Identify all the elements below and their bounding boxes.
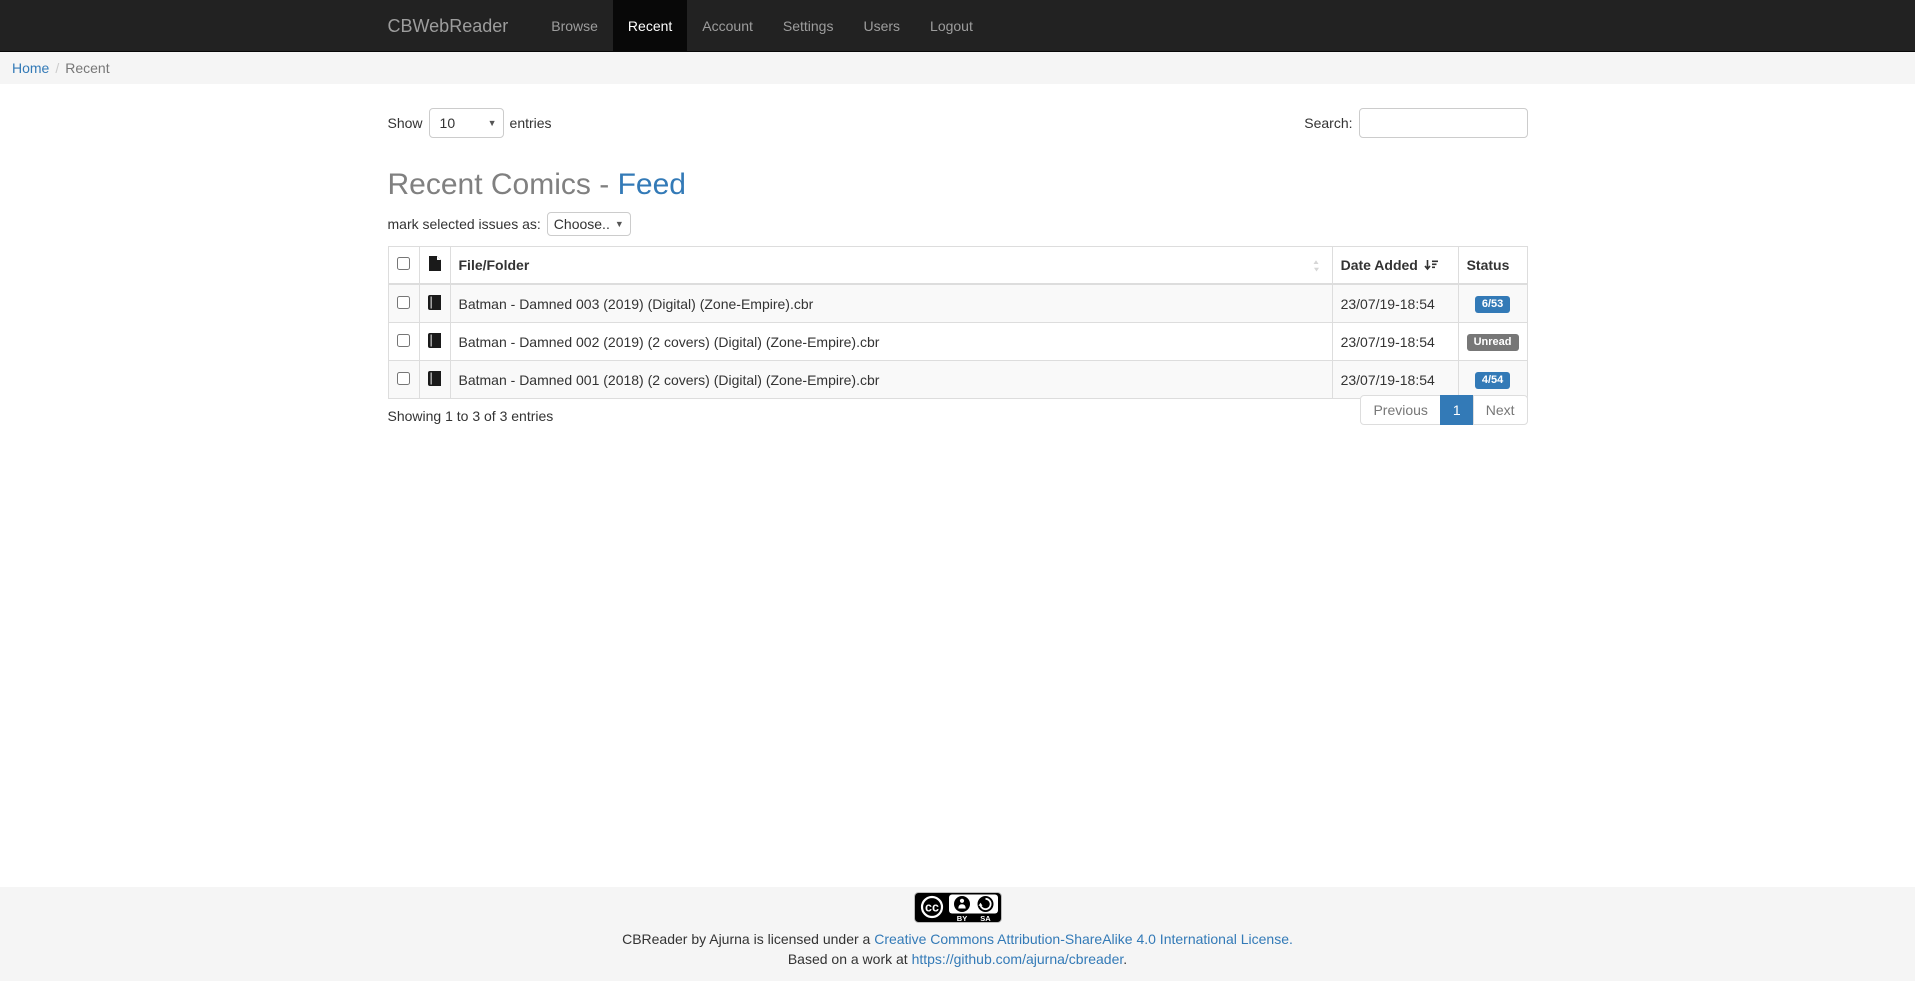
entries-label: entries (510, 115, 552, 131)
row-checkbox[interactable] (397, 372, 410, 385)
page-title-text: Recent Comics - (388, 168, 618, 201)
source-line: Based on a work at https://github.com/aj… (0, 949, 1915, 969)
search-control: Search: (1304, 108, 1527, 138)
nav-item-recent[interactable]: Recent (613, 0, 687, 51)
pagination: Previous 1 Next (1360, 401, 1527, 421)
nav-item-logout[interactable]: Logout (915, 0, 988, 51)
file-icon (429, 256, 441, 271)
mark-as-select[interactable]: Choose... (547, 212, 631, 236)
mark-selected-control: mark selected issues as: Choose... ▼ (388, 212, 1528, 236)
status-badge: 6/53 (1475, 296, 1510, 313)
license-link[interactable]: Creative Commons Attribution-ShareAlike … (874, 931, 1293, 947)
recent-comics-table: File/Folder Date Added (388, 246, 1528, 399)
nav-item-browse[interactable]: Browse (536, 0, 613, 51)
svg-text:SA: SA (980, 914, 991, 923)
table-row[interactable]: Batman - Damned 002 (2019) (2 covers) (D… (388, 323, 1527, 361)
file-name[interactable]: Batman - Damned 001 (2018) (2 covers) (D… (450, 361, 1332, 399)
status-badge: Unread (1467, 334, 1519, 351)
license-line: CBReader by Ajurna is licensed under a C… (0, 929, 1915, 949)
book-icon (428, 335, 441, 351)
breadcrumb-separator: / (49, 60, 65, 76)
file-name[interactable]: Batman - Damned 003 (2019) (Digital) (Zo… (450, 284, 1332, 323)
table-row[interactable]: Batman - Damned 001 (2018) (2 covers) (D… (388, 361, 1527, 399)
search-label: Search: (1304, 115, 1352, 131)
date-added: 23/07/19-18:54 (1332, 323, 1458, 361)
search-input[interactable] (1359, 108, 1528, 138)
row-checkbox[interactable] (397, 334, 410, 347)
column-header-file-folder[interactable]: File/Folder (450, 247, 1332, 285)
table-info: Showing 1 to 3 of 3 entries (388, 399, 554, 424)
nav-item-account[interactable]: Account (687, 0, 768, 51)
file-name[interactable]: Batman - Damned 002 (2019) (2 covers) (D… (450, 323, 1332, 361)
footer: cc BY SA CBReader by Ajurna is licensed … (0, 887, 1915, 981)
svg-text:cc: cc (925, 901, 939, 915)
column-header-date-added[interactable]: Date Added (1332, 247, 1458, 285)
column-header-status: Status (1458, 247, 1527, 285)
sort-desc-icon (1424, 259, 1438, 272)
table-row[interactable]: Batman - Damned 003 (2019) (Digital) (Zo… (388, 284, 1527, 323)
pagination-previous[interactable]: Previous (1360, 395, 1440, 425)
breadcrumb: Home/Recent (0, 52, 1915, 84)
select-all-checkbox[interactable] (397, 257, 410, 270)
github-link[interactable]: https://github.com/ajurna/cbreader (912, 951, 1124, 967)
book-icon (428, 297, 441, 313)
navbar: CBWebReader Browse Recent Account Settin… (0, 0, 1915, 52)
nav-list: Browse Recent Account Settings Users Log… (536, 0, 988, 51)
table-header-row: File/Folder Date Added (388, 247, 1527, 285)
nav-item-users[interactable]: Users (848, 0, 915, 51)
page-size-select[interactable]: 10 (429, 108, 504, 138)
date-added: 23/07/19-18:54 (1332, 284, 1458, 323)
entries-length-control: Show 10 ▼ entries (388, 108, 552, 138)
sort-both-icon (1311, 259, 1324, 272)
pagination-next[interactable]: Next (1473, 395, 1528, 425)
status-badge: 4/54 (1475, 372, 1510, 389)
pagination-page-1[interactable]: 1 (1440, 395, 1474, 425)
mark-selected-label: mark selected issues as: (388, 216, 541, 232)
breadcrumb-current: Recent (65, 60, 109, 76)
page-title: Recent Comics - Feed (388, 168, 1528, 202)
breadcrumb-home-link[interactable]: Home (12, 60, 49, 76)
date-added: 23/07/19-18:54 (1332, 361, 1458, 399)
feed-link[interactable]: Feed (618, 168, 686, 201)
nav-item-settings[interactable]: Settings (768, 0, 849, 51)
brand[interactable]: CBWebReader (388, 0, 509, 51)
svg-text:BY: BY (956, 914, 966, 923)
page: CBWebReader Browse Recent Account Settin… (0, 0, 1915, 981)
cc-by-sa-badge[interactable]: cc BY SA (914, 892, 1002, 926)
show-label: Show (388, 115, 423, 131)
book-icon (428, 373, 441, 389)
row-checkbox[interactable] (397, 296, 410, 309)
